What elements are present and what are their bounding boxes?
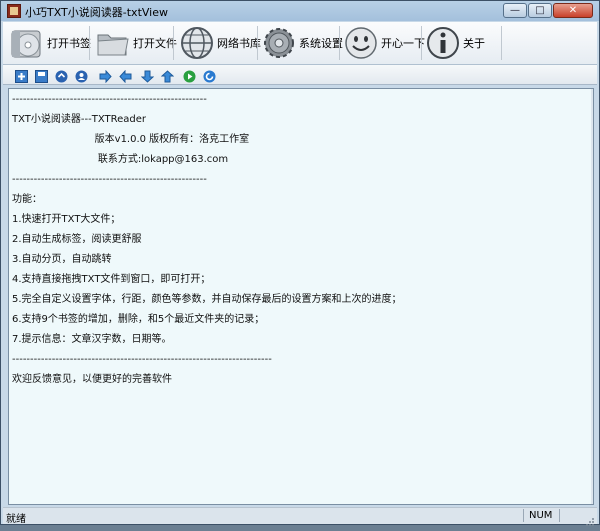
toolbar-label: 系统设置 xyxy=(299,37,343,50)
arrow-up-icon[interactable] xyxy=(160,68,175,83)
toolbar-label: 网络书库 xyxy=(217,37,261,50)
text-line: 版本v1.0.0 版权所有：洛克工作室 xyxy=(12,134,250,145)
maximize-icon: □ xyxy=(535,5,545,16)
text-line: ----------------------------------------… xyxy=(12,174,207,185)
user-icon[interactable] xyxy=(75,68,88,83)
window-title: 小巧TXT小说阅读器-txtView xyxy=(25,6,168,19)
minimize-icon: — xyxy=(510,5,520,16)
arrow-up-circle-icon[interactable] xyxy=(55,68,68,83)
arrow-left-icon[interactable] xyxy=(119,68,132,84)
text-line: 6.支持9个书签的增加，删除，和5个最近文件夹的记录； xyxy=(12,314,265,325)
main-toolbar: 打开书签 打开文件 网络书库 系统设置 开心一下 关于 xyxy=(3,22,597,65)
app-icon xyxy=(7,4,21,18)
settings-button[interactable]: 系统设置 xyxy=(261,24,343,62)
minimize-button[interactable]: — xyxy=(503,3,527,18)
text-line: 7.提示信息：文章汉字数，日期等。 xyxy=(12,334,172,345)
refresh-icon[interactable] xyxy=(203,68,216,83)
play-icon[interactable] xyxy=(183,68,196,83)
title-bar[interactable]: 小巧TXT小说阅读器-txtView — □ ✕ xyxy=(1,1,599,21)
save-icon[interactable] xyxy=(35,68,48,83)
toolbar-label: 打开书签 xyxy=(47,37,91,50)
status-bar: 就绪 NUM xyxy=(3,507,597,526)
scrollbar[interactable] xyxy=(591,89,593,504)
info-icon xyxy=(425,25,461,61)
toolbar-label: 开心一下 xyxy=(381,37,425,50)
add-bookmark-icon[interactable] xyxy=(15,68,28,83)
reading-pane[interactable]: ----------------------------------------… xyxy=(8,88,594,505)
smiley-icon xyxy=(343,25,379,61)
secondary-toolbar xyxy=(3,65,597,85)
text-line: 1.快速打开TXT大文件； xyxy=(12,214,121,225)
toolbar-label: 关于 xyxy=(463,37,485,50)
text-line: 3.自动分页，自动跳转 xyxy=(12,254,112,265)
text-line: TXT小说阅读器---TXTReader xyxy=(12,114,146,125)
globe-icon xyxy=(179,25,215,61)
maximize-button[interactable]: □ xyxy=(528,3,552,18)
text-line: ----------------------------------------… xyxy=(12,354,272,365)
text-line: 4.支持直接拖拽TXT文件到窗口，即可打开； xyxy=(12,274,211,285)
text-line: 欢迎反馈意见，以便更好的完善软件 xyxy=(12,374,172,385)
text-line: 功能： xyxy=(12,194,42,205)
bookmark-disc-icon xyxy=(9,25,45,61)
text-line: 5.完全自定义设置字体，行距，颜色等参数，并自动保存最后的设置方案和上次的进度； xyxy=(12,294,402,305)
open-file-button[interactable]: 打开文件 xyxy=(95,24,177,62)
close-icon: ✕ xyxy=(568,5,578,16)
status-text: 就绪 xyxy=(6,514,26,525)
text-line: 2.自动生成标签，阅读更舒服 xyxy=(12,234,142,245)
num-lock-indicator: NUM xyxy=(529,510,553,521)
toolbar-label: 打开文件 xyxy=(133,37,177,50)
fun-button[interactable]: 开心一下 xyxy=(343,24,425,62)
app-window: 小巧TXT小说阅读器-txtView — □ ✕ 打开书签 打开文件 网络书库 xyxy=(0,0,600,526)
resize-grip-icon[interactable] xyxy=(585,512,595,526)
arrow-down-icon[interactable] xyxy=(140,68,155,83)
arrow-right-icon[interactable] xyxy=(99,68,112,84)
text-line: 联系方式:lokapp@163.com xyxy=(12,154,229,165)
text-line: ----------------------------------------… xyxy=(12,94,207,105)
folder-icon xyxy=(95,25,131,61)
about-button[interactable]: 关于 xyxy=(425,24,485,62)
online-library-button[interactable]: 网络书库 xyxy=(179,24,261,62)
open-bookmark-button[interactable]: 打开书签 xyxy=(9,24,91,62)
close-button[interactable]: ✕ xyxy=(553,3,593,18)
gear-icon xyxy=(261,25,297,61)
